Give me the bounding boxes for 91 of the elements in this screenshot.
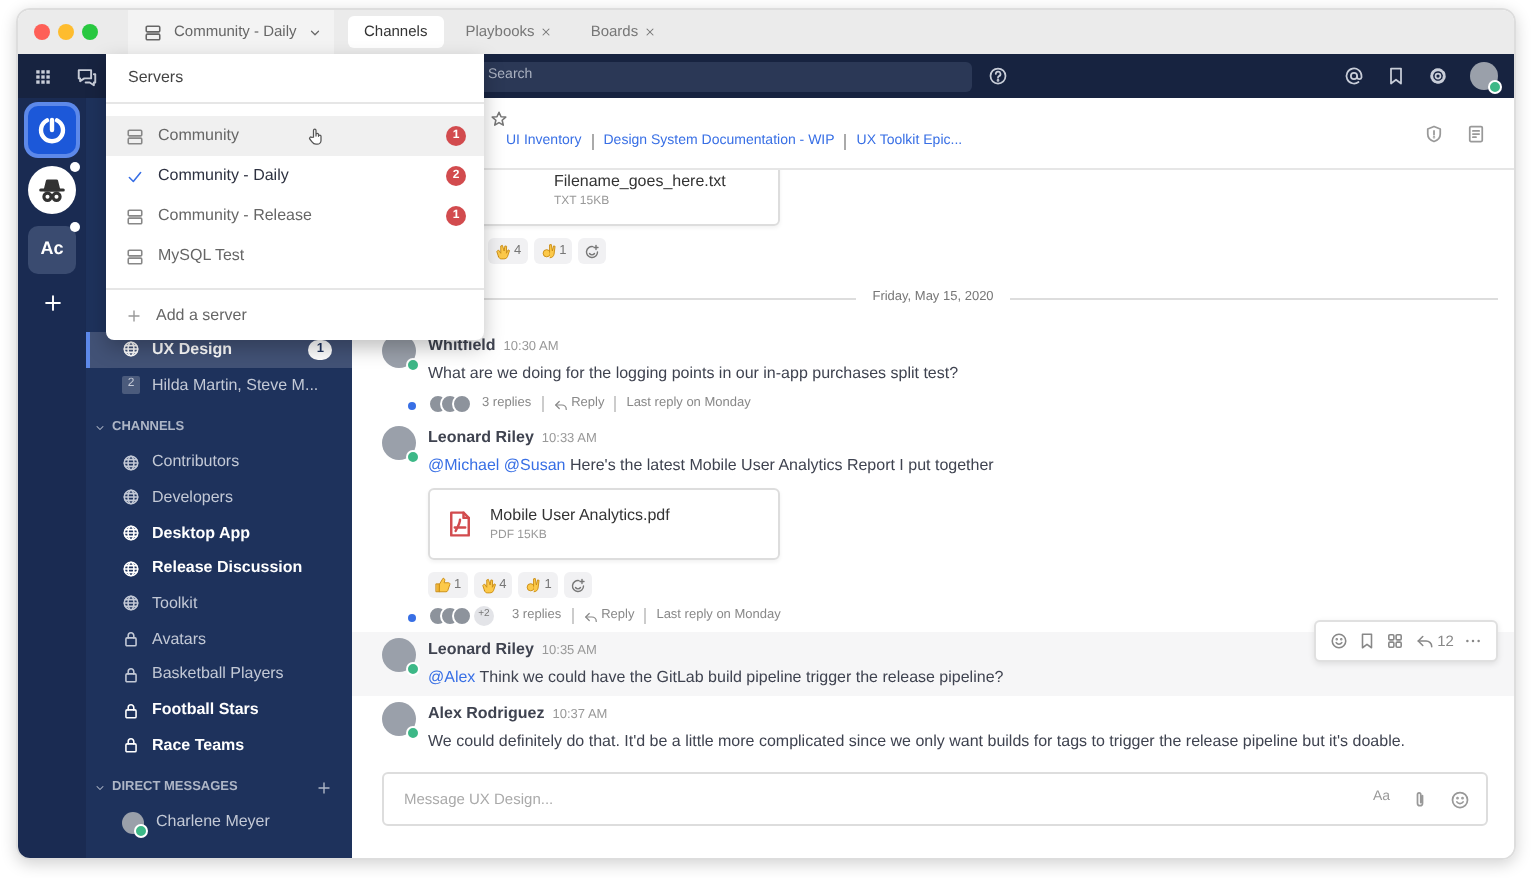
user-avatar[interactable] bbox=[1470, 62, 1498, 90]
sidebar-item[interactable]: Charlene Meyer bbox=[86, 805, 352, 841]
author-name[interactable]: Leonard Riley bbox=[428, 638, 534, 662]
lock-icon bbox=[122, 665, 140, 684]
clapping-hands-icon bbox=[479, 576, 498, 594]
message-text: @Alex Think we could have the GitLab build pipeline trigger the release pipeline? bbox=[428, 666, 1004, 690]
sidebar-item[interactable]: Developers bbox=[86, 480, 352, 516]
unread-dot bbox=[408, 402, 416, 410]
mention-link[interactable]: @Alex bbox=[428, 668, 476, 686]
online-status-icon bbox=[134, 823, 148, 838]
online-status-icon bbox=[406, 726, 420, 740]
author-name[interactable]: Whitfield bbox=[428, 334, 496, 358]
pdf-file-icon bbox=[446, 506, 474, 542]
emoji-add-icon bbox=[584, 243, 601, 260]
globe-icon bbox=[122, 594, 140, 613]
help-icon[interactable] bbox=[988, 66, 1008, 86]
message-text: What are we doing for the logging points in our in-app purchases split test? bbox=[428, 362, 959, 386]
at-sign-icon[interactable] bbox=[1344, 66, 1364, 86]
chevron-down-icon[interactable] bbox=[94, 421, 106, 434]
globe-icon bbox=[122, 559, 140, 578]
thumbs-up-icon bbox=[434, 576, 452, 594]
reply-icon bbox=[553, 397, 568, 411]
close-icon[interactable] bbox=[644, 26, 657, 38]
mention-link[interactable]: @Michael bbox=[428, 456, 500, 474]
online-status-icon bbox=[406, 662, 420, 676]
ok-hand-icon bbox=[524, 576, 543, 594]
add-team-icon[interactable] bbox=[41, 292, 63, 314]
notes-icon[interactable] bbox=[1466, 124, 1486, 144]
globe-icon bbox=[122, 524, 140, 543]
team-button[interactable]: Ac bbox=[28, 226, 76, 274]
sidebar-item[interactable]: Toolkit bbox=[86, 586, 352, 622]
star-icon[interactable] bbox=[490, 110, 508, 128]
apps-icon[interactable] bbox=[1386, 632, 1405, 650]
unread-dot bbox=[70, 162, 80, 172]
clapping-hands-icon bbox=[494, 242, 512, 261]
settings-icon[interactable] bbox=[1428, 66, 1448, 86]
lock-icon bbox=[122, 630, 140, 649]
maximize-window-button[interactable] bbox=[82, 24, 98, 40]
logo-icon bbox=[36, 114, 68, 146]
server-icon bbox=[144, 23, 162, 41]
add-reaction-button[interactable] bbox=[578, 238, 607, 265]
sidebar-item[interactable]: Desktop App bbox=[86, 515, 352, 551]
online-status-icon bbox=[406, 450, 420, 464]
server-icon bbox=[126, 247, 144, 265]
author-name[interactable]: Alex Rodriguez bbox=[428, 702, 545, 726]
add-server-link[interactable]: Add a server bbox=[106, 288, 484, 340]
plus-icon bbox=[126, 307, 142, 323]
emoji-icon[interactable] bbox=[1329, 632, 1348, 650]
close-icon[interactable] bbox=[540, 26, 553, 38]
sidebar-item[interactable]: Release Discussion bbox=[86, 550, 352, 587]
sidebar-item[interactable]: Race Teams bbox=[86, 727, 352, 764]
lock-icon bbox=[122, 701, 140, 720]
online-status-icon bbox=[1488, 80, 1502, 94]
globe-icon bbox=[122, 453, 140, 472]
ok-hand-icon bbox=[539, 242, 558, 261]
bookmark-icon[interactable] bbox=[1386, 66, 1406, 86]
message-text: We could definitely do that. It'd be a little more complicated since we only want builds for tags to trigger the release pipeline but it's doable. bbox=[428, 730, 1406, 754]
lock-icon bbox=[122, 736, 140, 755]
message-text: @Michael @Susan Here's the latest Mobile User Analytics Report I put together bbox=[428, 454, 994, 478]
grid-icon[interactable] bbox=[34, 67, 52, 85]
file-name: Filename_goes_here.txt bbox=[554, 170, 726, 195]
mention-link[interactable]: @Susan bbox=[503, 456, 566, 474]
unread-dot bbox=[70, 222, 80, 232]
sidebar-item[interactable]: Basketball Players bbox=[86, 657, 352, 693]
check-icon bbox=[126, 167, 144, 185]
online-status-icon bbox=[406, 358, 420, 372]
menu-title: Servers bbox=[106, 54, 484, 104]
server-icon bbox=[126, 127, 144, 145]
file-name: Mobile User Analytics.pdf bbox=[490, 503, 670, 527]
hand-cursor-icon bbox=[306, 126, 326, 146]
sidebar-item[interactable]: Contributors bbox=[86, 444, 352, 481]
server-icon bbox=[126, 207, 144, 225]
sidebar-item[interactable]: Avatars bbox=[86, 621, 352, 657]
shield-icon[interactable] bbox=[1424, 124, 1444, 144]
sidebar-item[interactable]: Football Stars bbox=[86, 692, 352, 728]
emoji-icon[interactable] bbox=[1450, 789, 1470, 809]
emoji-add-icon bbox=[569, 577, 586, 593]
reply-icon bbox=[1415, 632, 1434, 650]
team-button[interactable] bbox=[28, 166, 76, 214]
team-button[interactable] bbox=[28, 106, 76, 154]
reply-icon bbox=[583, 609, 598, 623]
add-icon[interactable] bbox=[316, 780, 332, 797]
chevron-down-icon bbox=[308, 25, 323, 39]
add-reaction-button[interactable] bbox=[563, 572, 592, 598]
unread-dot bbox=[408, 614, 416, 622]
globe-icon bbox=[122, 488, 140, 507]
close-window-button[interactable] bbox=[34, 24, 50, 40]
menu-item[interactable]: MySQL Test bbox=[106, 236, 484, 276]
chat-icon[interactable] bbox=[76, 65, 98, 87]
chevron-down-icon[interactable] bbox=[94, 782, 106, 795]
author-name[interactable]: Leonard Riley bbox=[428, 426, 534, 450]
